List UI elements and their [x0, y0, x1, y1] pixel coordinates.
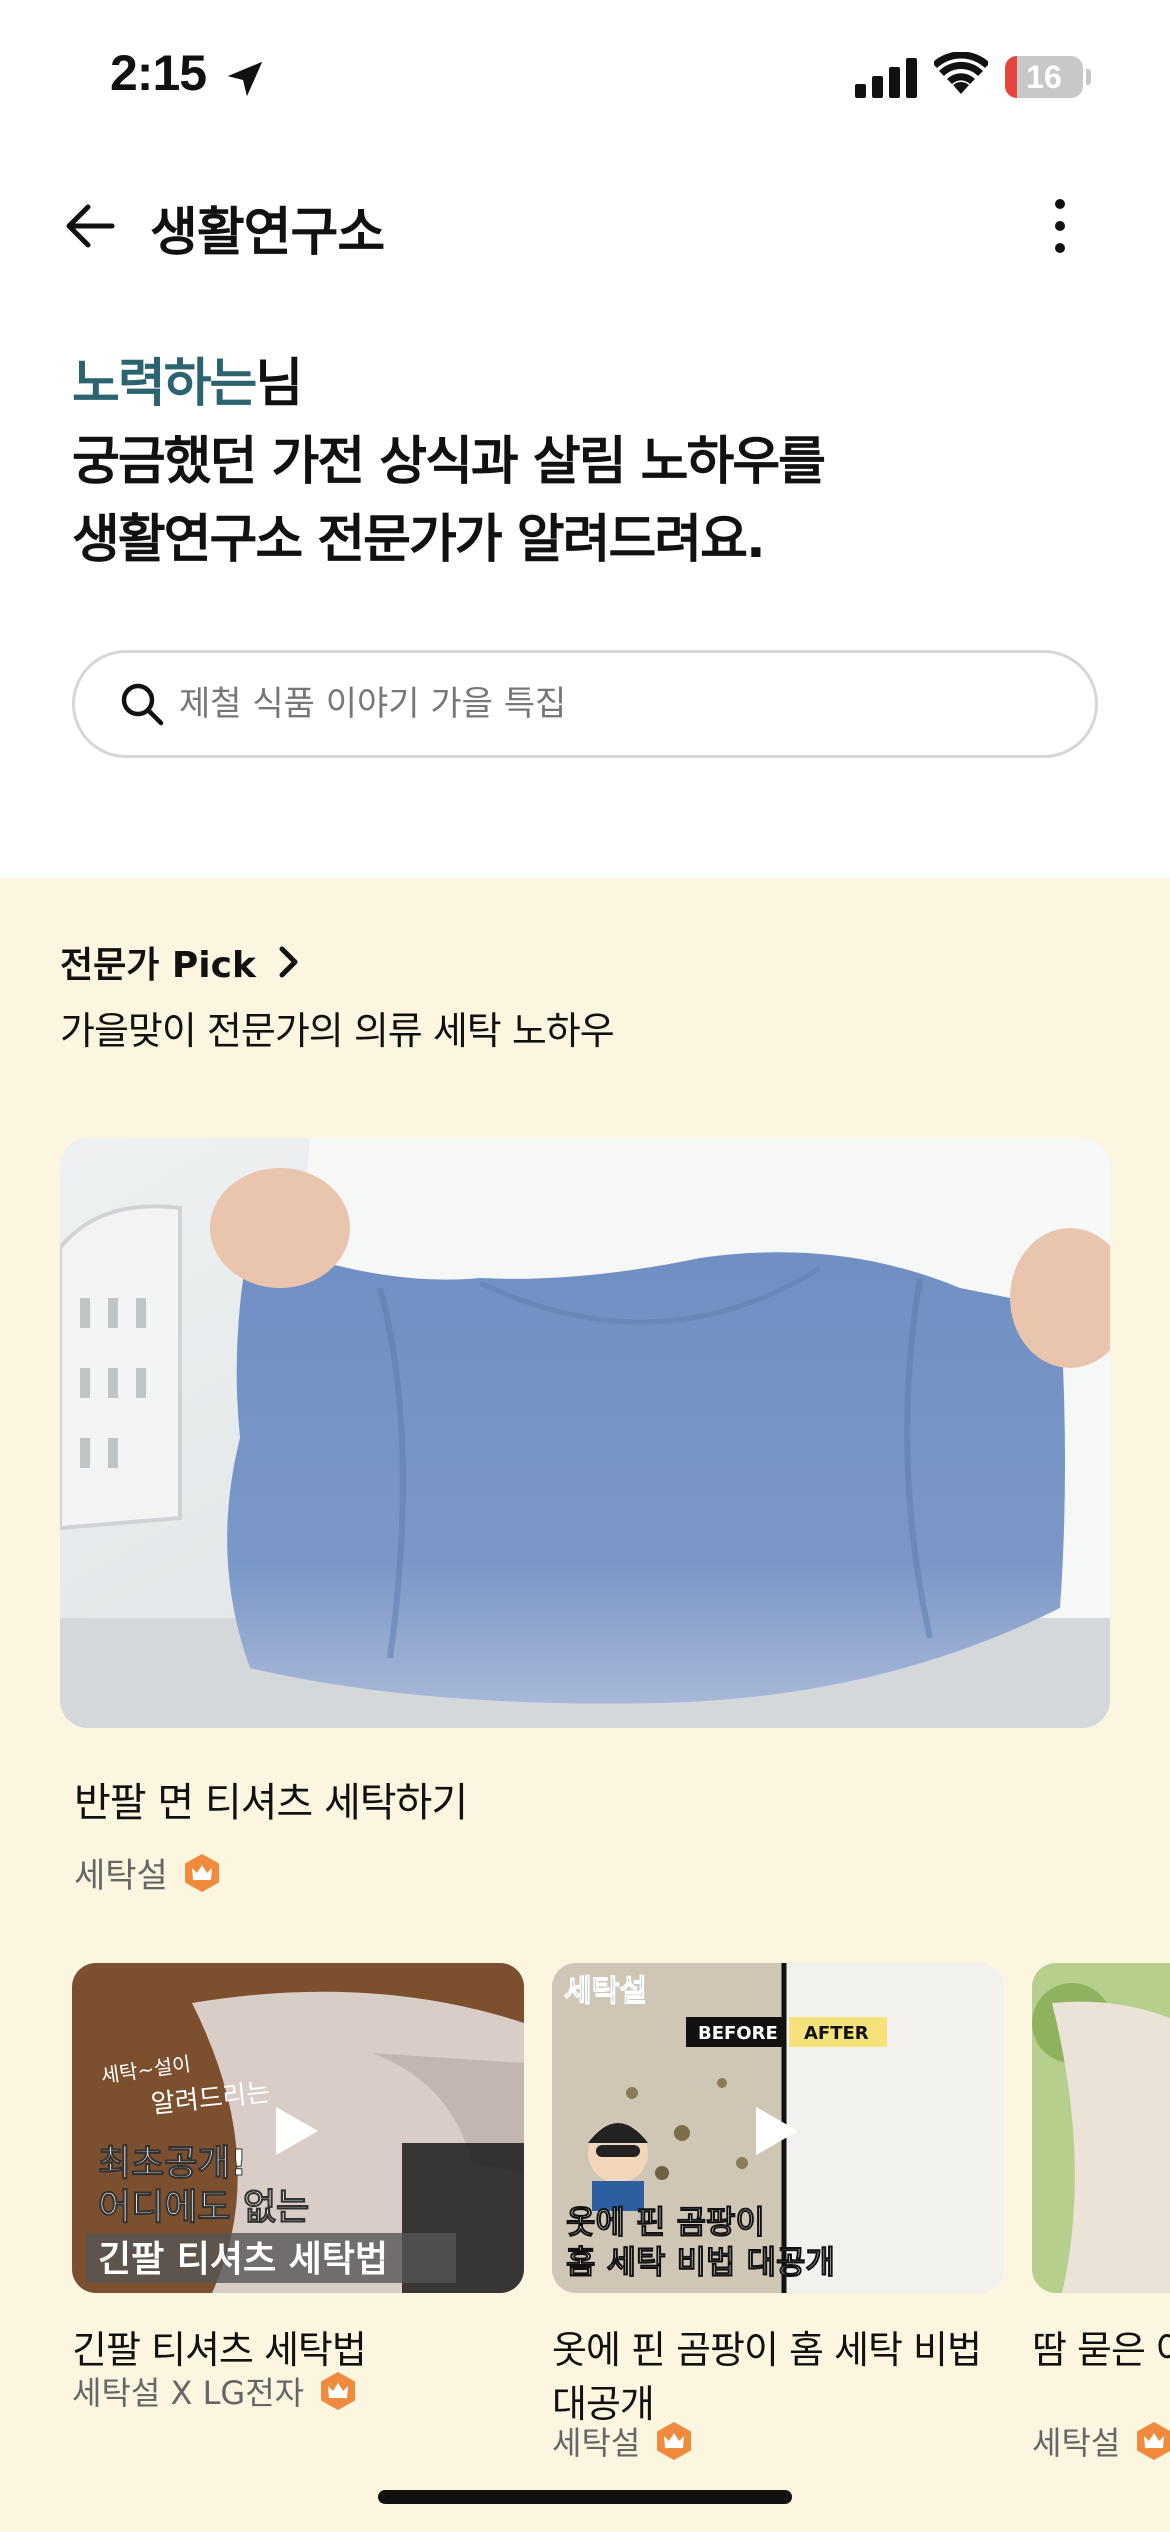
video-card-title[interactable]: 땀 묻은 여름옷 표백 방법 — [1032, 2323, 1170, 2377]
tshirt-photo — [60, 1138, 1110, 1728]
user-name: 노력하는 — [72, 354, 257, 414]
hero-article-author: 세탁설 — [74, 1848, 222, 1897]
location-arrow-icon — [227, 61, 263, 97]
greeting-text: 노력하는님 궁금했던 가전 상식과 살림 노하우를 생활연구소 전문가가 알려드… — [72, 345, 826, 579]
video-thumbnail[interactable] — [1032, 1963, 1170, 2293]
battery-indicator: 16 — [1005, 56, 1083, 98]
video-card-author-name: 세탁설 — [552, 2424, 641, 2462]
hero-author-name: 세탁설 — [74, 1856, 168, 1896]
status-bar: 2:15 16 — [0, 0, 1170, 150]
thumb-caption: 최초공개! — [98, 2143, 247, 2184]
user-name-suffix: 님 — [255, 354, 303, 414]
video-card-title[interactable]: 옷에 핀 곰팡이 홈 세탁 비법 대공개 — [552, 2323, 1004, 2431]
battery-percent: 16 — [1026, 59, 1062, 95]
thumb-caption: AFTER — [804, 2023, 869, 2044]
greeting-line-2: 궁금했던 가전 상식과 살림 노하우를 — [72, 432, 826, 492]
crown-badge-icon — [321, 2372, 356, 2410]
crown-badge-icon — [184, 1853, 219, 1892]
chevron-right-icon — [279, 946, 298, 978]
greeting-line-1: 노력하는님 — [72, 345, 824, 423]
video-card-author-name: 세탁설 — [1032, 2424, 1121, 2462]
expert-pick-label: 전문가 Pick — [60, 945, 256, 986]
video-card-author: 세탁설 — [552, 2418, 694, 2464]
thumb-caption: 세탁설 — [564, 1974, 647, 2009]
search-icon — [121, 683, 164, 726]
search-bar[interactable] — [72, 650, 1098, 758]
hero-article-title[interactable]: 반팔 면 티셔츠 세탁하기 — [74, 1770, 468, 1828]
thumb-caption: 긴팔 티셔츠 세탁법 — [98, 2239, 388, 2280]
back-arrow-icon[interactable] — [62, 198, 118, 254]
greeting-line-3: 생활연구소 전문가가 알려드려요. — [72, 510, 766, 570]
thumb-caption: 어디에도 없는 — [98, 2187, 309, 2228]
app-header: 생활연구소 — [0, 170, 1170, 280]
expert-pick-subtitle: 가을맞이 전문가의 의류 세탁 노하우 — [60, 1009, 615, 1053]
page-title: 생활연구소 — [150, 203, 385, 263]
battery-cap — [1086, 69, 1091, 85]
thumb-caption: 옷에 핀 곰팡이 — [566, 2203, 765, 2241]
hero-article-image[interactable] — [60, 1138, 1110, 1728]
expert-pick-link[interactable]: 전문가 Pick — [60, 936, 302, 988]
thumb-caption: 홈 세탁 비법 대공개 — [566, 2243, 835, 2281]
video-card-carousel[interactable]: 세탁~설이 알려드리는 최초공개! 어디에도 없는 긴팔 티셔츠 세탁법 긴팔 … — [0, 1963, 1170, 2532]
crown-badge-icon — [1137, 2422, 1170, 2460]
play-icon — [756, 2107, 798, 2155]
cellular-signal-icon — [855, 58, 917, 98]
play-icon — [276, 2107, 318, 2155]
wifi-icon — [934, 52, 988, 94]
home-indicator[interactable] — [378, 2490, 792, 2504]
video-thumbnail[interactable]: 세탁~설이 알려드리는 최초공개! 어디에도 없는 긴팔 티셔츠 세탁법 — [72, 1963, 524, 2293]
status-time: 2:15 — [110, 45, 207, 101]
laundry-basket — [60, 1204, 182, 1531]
video-card-author: 세탁설 X LG전자 — [72, 2368, 358, 2414]
crown-badge-icon — [657, 2422, 692, 2460]
more-options-icon[interactable] — [1040, 196, 1080, 256]
expert-pick-section: 전문가 Pick 가을맞이 전문가의 의류 세탁 노하우 반팔 면 티셔츠 세탁… — [0, 878, 1170, 2532]
video-card-author: 세탁설 — [1032, 2418, 1170, 2464]
video-thumbnail[interactable]: 세탁설 BEFORE AFTER 옷에 핀 곰팡이 홈 세탁 비법 대공개 — [552, 1963, 1004, 2293]
video-thumbnail-art — [1032, 1963, 1170, 2293]
search-input[interactable] — [179, 653, 1059, 755]
video-card-author-name: 세탁설 X LG전자 — [72, 2374, 305, 2412]
thumb-caption: BEFORE — [698, 2023, 778, 2044]
